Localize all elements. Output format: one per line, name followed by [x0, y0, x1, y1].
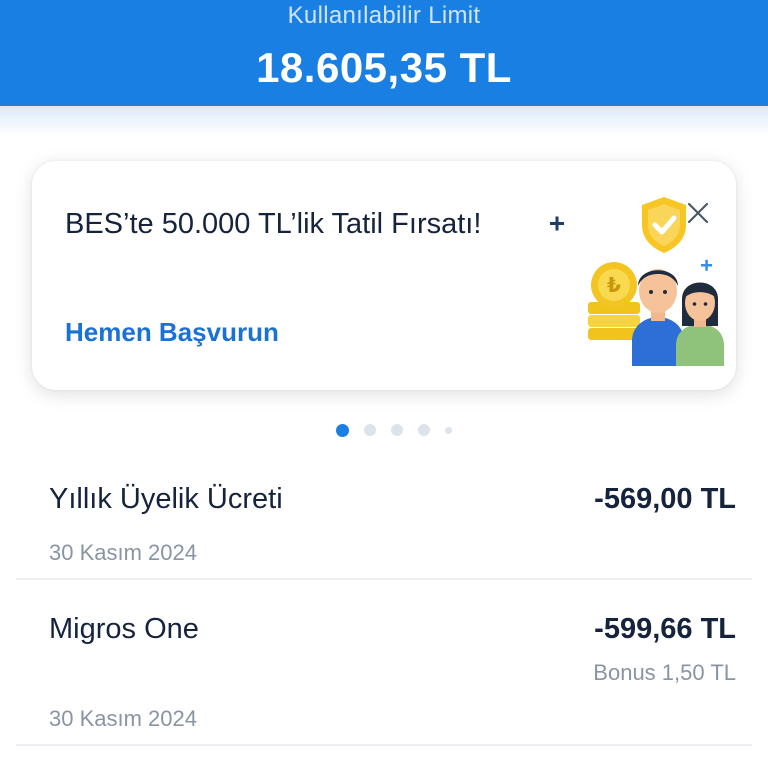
transaction-bonus: Bonus 1,50 TL [593, 660, 736, 685]
transaction-row[interactable]: Yıllık Üyelik Ücreti -569,00 TL 30 Kasım… [16, 470, 752, 580]
available-limit-label: Kullanılabilir Limit [287, 2, 481, 29]
carousel-dot[interactable] [336, 423, 349, 437]
sparkle-icon [550, 216, 564, 231]
carousel-dot[interactable] [364, 424, 376, 436]
promo-title: BES’te 50.000 TL’lik Tatil Fırsatı! [65, 208, 482, 240]
carousel-pagination [336, 422, 467, 438]
transaction-date: 30 Kasım 2024 [49, 706, 197, 731]
transaction-row[interactable]: Migros One -599,66 TL Bonus 1,50 TL 30 K… [16, 580, 752, 746]
carousel-dot[interactable] [418, 424, 430, 436]
family-savings-shield-illustration: ₺ [550, 197, 724, 366]
promo-card[interactable]: BES’te 50.000 TL’lik Tatil Fırsatı! Heme… [32, 161, 736, 390]
transaction-name: Migros One [49, 613, 199, 645]
carousel-dot[interactable] [391, 424, 403, 436]
available-limit-value: 18.605,35 TL [256, 44, 512, 91]
limit-header: Kullanılabilir Limit 18.605,35 TL [0, 0, 768, 106]
apply-now-link[interactable]: Hemen Başvurun [65, 317, 279, 348]
transaction-amount: -569,00 TL [594, 483, 736, 515]
transaction-date: 30 Kasım 2024 [49, 540, 197, 565]
transaction-name: Yıllık Üyelik Ücreti [49, 483, 283, 515]
header-fade [0, 106, 768, 136]
transaction-amount: -599,66 TL [594, 613, 736, 645]
svg-text:₺: ₺ [607, 273, 621, 297]
carousel-dot[interactable] [445, 426, 452, 434]
